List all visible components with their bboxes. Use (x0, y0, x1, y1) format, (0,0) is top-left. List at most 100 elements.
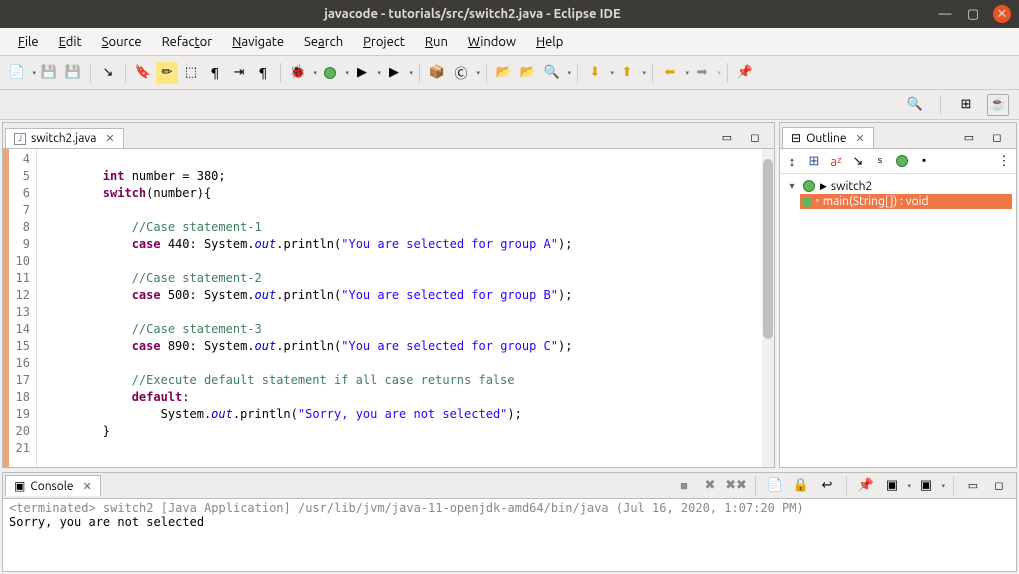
outline-class-label: switch2 (831, 180, 872, 193)
run-button[interactable] (319, 62, 341, 84)
outline-tree: ▾ ▶ switch2 ˢ main(String[]) : void (780, 174, 1016, 467)
pilcrow-button[interactable]: ¶ (252, 62, 274, 84)
new-class-button[interactable]: Ⓒ (450, 62, 472, 84)
prev-annotation-button[interactable]: ⬆ (616, 62, 638, 84)
tab-width-button[interactable]: ⇥ (228, 62, 250, 84)
quick-access-search-icon[interactable]: 🔍 (904, 94, 926, 116)
titlebar: javacode - tutorials/src/switch2.java - … (0, 0, 1019, 28)
back-button[interactable]: ⬅ (659, 62, 681, 84)
outline-panel: ⊟ Outline ✕ ▭ ◻ ↕ ⊞ aᶻ ↘ ˢ • ⋮ ▾ ▶ (779, 122, 1017, 468)
outline-close-icon[interactable]: ✕ (855, 132, 864, 145)
clear-console-button[interactable]: 📄 (764, 475, 786, 497)
toggle-block-button[interactable]: ⬚ (180, 62, 202, 84)
show-whitespace-button[interactable]: ¶ (204, 62, 226, 84)
display-console-button[interactable]: ▣ (881, 475, 903, 497)
window-controls: — ▢ ✕ (937, 5, 1011, 23)
toggle-breadcrumb-button[interactable]: ↘ (97, 62, 119, 84)
java-perspective-button[interactable]: ☕ (987, 94, 1009, 116)
az-sort-button[interactable]: aᶻ (828, 153, 844, 169)
editor-body[interactable]: 456789101112131415161718192021 int numbe… (3, 149, 774, 467)
forward-button[interactable]: ➡ (691, 62, 713, 84)
console-minimize-button[interactable]: ▭ (962, 475, 984, 497)
window-title: javacode - tutorials/src/switch2.java - … (8, 7, 937, 21)
outline-class-row[interactable]: ▾ ▶ switch2 (784, 178, 1012, 194)
minimize-button[interactable]: — (937, 6, 953, 22)
maximize-view-button[interactable]: ◻ (744, 126, 766, 148)
console-panel: ▣ Console ✕ ■ ✖ ✖✖ 📄 🔒 ↩ 📌 ▣ ▣ ▭ ◻ <term… (2, 472, 1017, 572)
outline-menu-button[interactable]: ⋮ (996, 153, 1012, 169)
console-body[interactable]: <terminated> switch2 [Java Application] … (3, 499, 1016, 571)
menu-help[interactable]: Help (526, 31, 573, 53)
hide-nonpublic-button[interactable] (894, 153, 910, 169)
pin-editor-button[interactable]: 📌 (734, 62, 756, 84)
menu-edit[interactable]: Edit (49, 31, 92, 53)
console-close-icon[interactable]: ✕ (83, 480, 92, 493)
outline-title: Outline (806, 132, 846, 145)
highlight-button[interactable]: ✏ (156, 62, 178, 84)
close-button[interactable]: ✕ (993, 5, 1011, 23)
menu-source[interactable]: Source (92, 31, 152, 53)
debug-button[interactable]: 🐞 (287, 62, 309, 84)
open-console-button[interactable]: ▣ (915, 475, 937, 497)
menu-file[interactable]: File (8, 31, 49, 53)
sort-button[interactable]: ⊞ (806, 153, 822, 169)
outline-method-row[interactable]: ˢ main(String[]) : void (800, 194, 1012, 209)
separator (125, 63, 126, 83)
outline-toolbar: ↕ ⊞ aᶻ ↘ ˢ • ⋮ (780, 149, 1016, 174)
console-tab[interactable]: ▣ Console ✕ (5, 475, 101, 496)
run-decorator-icon: ▶ (820, 181, 827, 192)
minimize-view-button[interactable]: ▭ (716, 126, 738, 148)
scrollbar-thumb[interactable] (763, 159, 773, 339)
hide-local-button[interactable]: • (916, 153, 932, 169)
hide-static-button[interactable]: ˢ (872, 153, 888, 169)
console-maximize-button[interactable]: ◻ (988, 475, 1010, 497)
search-button[interactable]: 🔍 (541, 62, 563, 84)
line-number-gutter: 456789101112131415161718192021 (9, 149, 37, 467)
outline-tab-row: ⊟ Outline ✕ ▭ ◻ (780, 123, 1016, 149)
remove-all-button[interactable]: ✖✖ (725, 475, 747, 497)
menu-run[interactable]: Run (415, 31, 458, 53)
open-task-button[interactable]: 📂 (517, 62, 539, 84)
run-icon (324, 67, 336, 79)
coverage-button[interactable]: ▶ (351, 62, 373, 84)
focus-button[interactable]: ↕ (784, 153, 800, 169)
console-icon: ▣ (14, 479, 25, 493)
menu-refactor[interactable]: Refactor (152, 31, 223, 53)
editor-scrollbar[interactable] (762, 149, 774, 467)
maximize-button[interactable]: ▢ (965, 6, 981, 22)
terminate-button[interactable]: ■ (673, 475, 695, 497)
menu-project[interactable]: Project (353, 31, 415, 53)
separator (940, 95, 941, 115)
save-button[interactable]: 💾 (38, 62, 60, 84)
console-tab-row: ▣ Console ✕ ■ ✖ ✖✖ 📄 🔒 ↩ 📌 ▣ ▣ ▭ ◻ (3, 473, 1016, 499)
word-wrap-button[interactable]: ↩ (816, 475, 838, 497)
static-decorator-icon: ˢ (816, 197, 819, 206)
new-button[interactable]: 📄 (6, 62, 28, 84)
separator (652, 63, 653, 83)
new-package-button[interactable]: 📦 (426, 62, 448, 84)
remove-launch-button[interactable]: ✖ (699, 475, 721, 497)
external-tools-button[interactable]: ▶ (383, 62, 405, 84)
tab-close-icon[interactable]: ✕ (105, 132, 114, 145)
console-toolbar: ■ ✖ ✖✖ 📄 🔒 ↩ 📌 ▣ ▣ ▭ ◻ (667, 475, 1016, 497)
outline-tab[interactable]: ⊟ Outline ✕ (782, 127, 874, 148)
separator (90, 63, 91, 83)
menu-search[interactable]: Search (294, 31, 353, 53)
menu-navigate[interactable]: Navigate (222, 31, 294, 53)
hide-fields-button[interactable]: ↘ (850, 153, 866, 169)
editor-tab[interactable]: J switch2.java ✕ (5, 128, 124, 148)
next-annotation-button[interactable]: ⬇ (584, 62, 606, 84)
console-title: Console (30, 480, 73, 493)
menu-window[interactable]: Window (458, 31, 526, 53)
code-area[interactable]: int number = 380; switch(number){ //Case… (37, 149, 774, 467)
outline-maximize-button[interactable]: ◻ (986, 126, 1008, 148)
scroll-lock-button[interactable]: 🔒 (790, 475, 812, 497)
main-toolbar: 📄 💾 💾 ↘ 🔖 ✏ ⬚ ¶ ⇥ ¶ 🐞 ▶ ▶ 📦 Ⓒ 📂 📂 🔍 ⬇ ⬆ … (0, 56, 1019, 90)
outline-minimize-button[interactable]: ▭ (958, 126, 980, 148)
save-all-button[interactable]: 💾 (62, 62, 84, 84)
toggle-mark-button[interactable]: 🔖 (132, 62, 154, 84)
expand-icon[interactable]: ▾ (786, 180, 798, 192)
pin-console-button[interactable]: 📌 (855, 475, 877, 497)
open-perspective-button[interactable]: ⊞ (955, 94, 977, 116)
open-type-button[interactable]: 📂 (493, 62, 515, 84)
